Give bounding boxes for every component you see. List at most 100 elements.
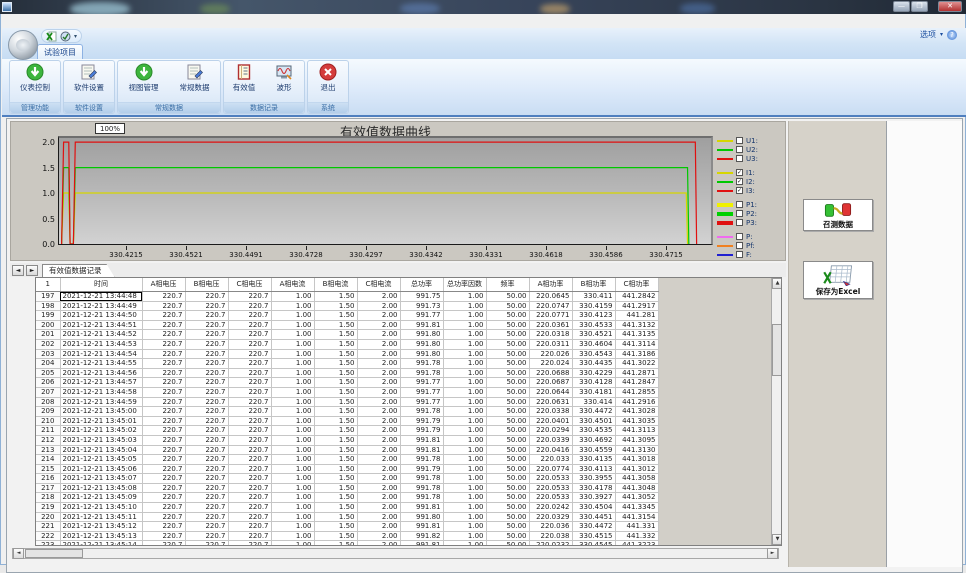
data-cell[interactable]: 220.7 [228,464,271,474]
ribbon-button[interactable]: 常规数据 [172,63,218,93]
qat-dropdown-icon[interactable]: ▾ [74,33,77,40]
data-cell[interactable]: 220.7 [142,301,185,311]
data-cell[interactable]: 1.00 [443,359,486,369]
data-cell[interactable]: 220.7 [228,320,271,330]
data-cell[interactable]: 1.00 [443,464,486,474]
data-cell[interactable]: 50.00 [486,464,529,474]
data-cell[interactable]: 220.7 [185,320,228,330]
data-cell[interactable]: 2021-12-21 13:45:00 [60,407,142,417]
data-cell[interactable]: 2.00 [357,416,400,426]
data-cell[interactable]: 1.00 [271,426,314,436]
data-cell[interactable]: 1.00 [443,311,486,321]
data-cell[interactable]: 2.00 [357,512,400,522]
data-cell[interactable]: 220.7 [185,522,228,532]
row-number-cell[interactable]: 214 [36,455,60,465]
data-cell[interactable]: 330.4515 [572,531,615,541]
data-cell[interactable]: 1.50 [314,320,357,330]
data-cell[interactable]: 2.00 [357,474,400,484]
column-header[interactable]: B相功率 [572,278,615,292]
data-cell[interactable]: 220.7 [185,512,228,522]
data-cell[interactable]: 220.7 [228,416,271,426]
data-cell[interactable]: 991.79 [400,416,443,426]
data-cell[interactable]: 1.00 [443,522,486,532]
data-cell[interactable]: 2.00 [357,445,400,455]
row-number-cell[interactable]: 218 [36,493,60,503]
data-cell[interactable]: 1.50 [314,464,357,474]
tab-scroll-left-button[interactable]: ◄ [12,265,24,276]
data-cell[interactable]: 220.026 [529,349,572,359]
ribbon-button[interactable]: 有效值 [224,63,264,93]
data-cell[interactable]: 991.78 [400,493,443,503]
legend-checkbox[interactable] [736,242,743,249]
column-header[interactable]: A相电流 [271,278,314,292]
data-cell[interactable]: 1.00 [271,320,314,330]
data-cell[interactable]: 441.3018 [615,455,658,465]
data-cell[interactable]: 991.78 [400,474,443,484]
data-cell[interactable]: 441.3012 [615,464,658,474]
data-cell[interactable]: 991.81 [400,435,443,445]
data-cell[interactable]: 220.7 [185,301,228,311]
data-cell[interactable]: 330.4128 [572,378,615,388]
data-cell[interactable]: 991.78 [400,483,443,493]
data-cell[interactable]: 330.4545 [572,541,615,546]
data-cell[interactable]: 220.7 [185,330,228,340]
data-cell[interactable]: 2.00 [357,349,400,359]
data-cell[interactable]: 991.81 [400,445,443,455]
column-header[interactable]: C相电流 [357,278,400,292]
row-number-cell[interactable]: 197 [36,292,60,302]
data-cell[interactable]: 1.00 [271,464,314,474]
row-number-cell[interactable]: 223 [36,541,60,546]
data-cell[interactable]: 220.7 [185,503,228,513]
data-cell[interactable]: 991.81 [400,320,443,330]
data-cell[interactable]: 330.3955 [572,474,615,484]
data-cell[interactable]: 50.00 [486,359,529,369]
legend-checkbox[interactable] [736,155,743,162]
data-cell[interactable]: 50.00 [486,368,529,378]
data-cell[interactable]: 2021-12-21 13:44:53 [60,339,142,349]
data-cell[interactable]: 991.79 [400,464,443,474]
data-cell[interactable]: 1.00 [271,339,314,349]
data-cell[interactable]: 2021-12-21 13:45:06 [60,464,142,474]
data-cell[interactable]: 220.7 [228,522,271,532]
data-cell[interactable]: 991.78 [400,455,443,465]
data-cell[interactable]: 1.50 [314,292,357,302]
data-cell[interactable]: 2.00 [357,359,400,369]
data-cell[interactable]: 441.3095 [615,435,658,445]
data-cell[interactable]: 220.0645 [529,292,572,302]
data-cell[interactable]: 220.7 [185,493,228,503]
data-cell[interactable]: 991.73 [400,301,443,311]
data-cell[interactable]: 991.81 [400,522,443,532]
ribbon-button[interactable]: 视图管理 [121,63,167,93]
application-orb-button[interactable] [8,30,38,60]
data-cell[interactable]: 220.7 [142,339,185,349]
data-cell[interactable]: 1.00 [443,416,486,426]
data-cell[interactable]: 1.00 [443,426,486,436]
data-cell[interactable]: 1.00 [443,378,486,388]
data-cell[interactable]: 1.50 [314,483,357,493]
data-cell[interactable]: 991.78 [400,368,443,378]
data-cell[interactable]: 2021-12-21 13:45:03 [60,435,142,445]
row-number-cell[interactable]: 200 [36,320,60,330]
data-cell[interactable]: 1.50 [314,445,357,455]
data-cell[interactable]: 441.332 [615,531,658,541]
ribbon-button[interactable]: 仪表控制 [12,63,58,93]
data-cell[interactable]: 220.7 [228,311,271,321]
data-cell[interactable]: 220.7 [228,378,271,388]
column-header[interactable]: B相电压 [185,278,228,292]
data-cell[interactable]: 220.7 [228,445,271,455]
ribbon-button[interactable]: 软件设置 [66,63,112,93]
column-header[interactable]: A相电压 [142,278,185,292]
legend-checkbox[interactable]: ✓ [736,187,743,194]
data-cell[interactable]: 220.038 [529,531,572,541]
data-cell[interactable]: 220.7 [185,474,228,484]
data-cell[interactable]: 220.7 [142,387,185,397]
row-number-cell[interactable]: 213 [36,445,60,455]
column-header[interactable]: C相功率 [615,278,658,292]
data-cell[interactable]: 220.0338 [529,407,572,417]
data-cell[interactable]: 50.00 [486,512,529,522]
data-cell[interactable]: 1.00 [271,483,314,493]
data-cell[interactable]: 220.7 [228,435,271,445]
data-cell[interactable]: 220.7 [228,512,271,522]
data-cell[interactable]: 220.7 [185,292,228,302]
data-cell[interactable]: 1.50 [314,368,357,378]
